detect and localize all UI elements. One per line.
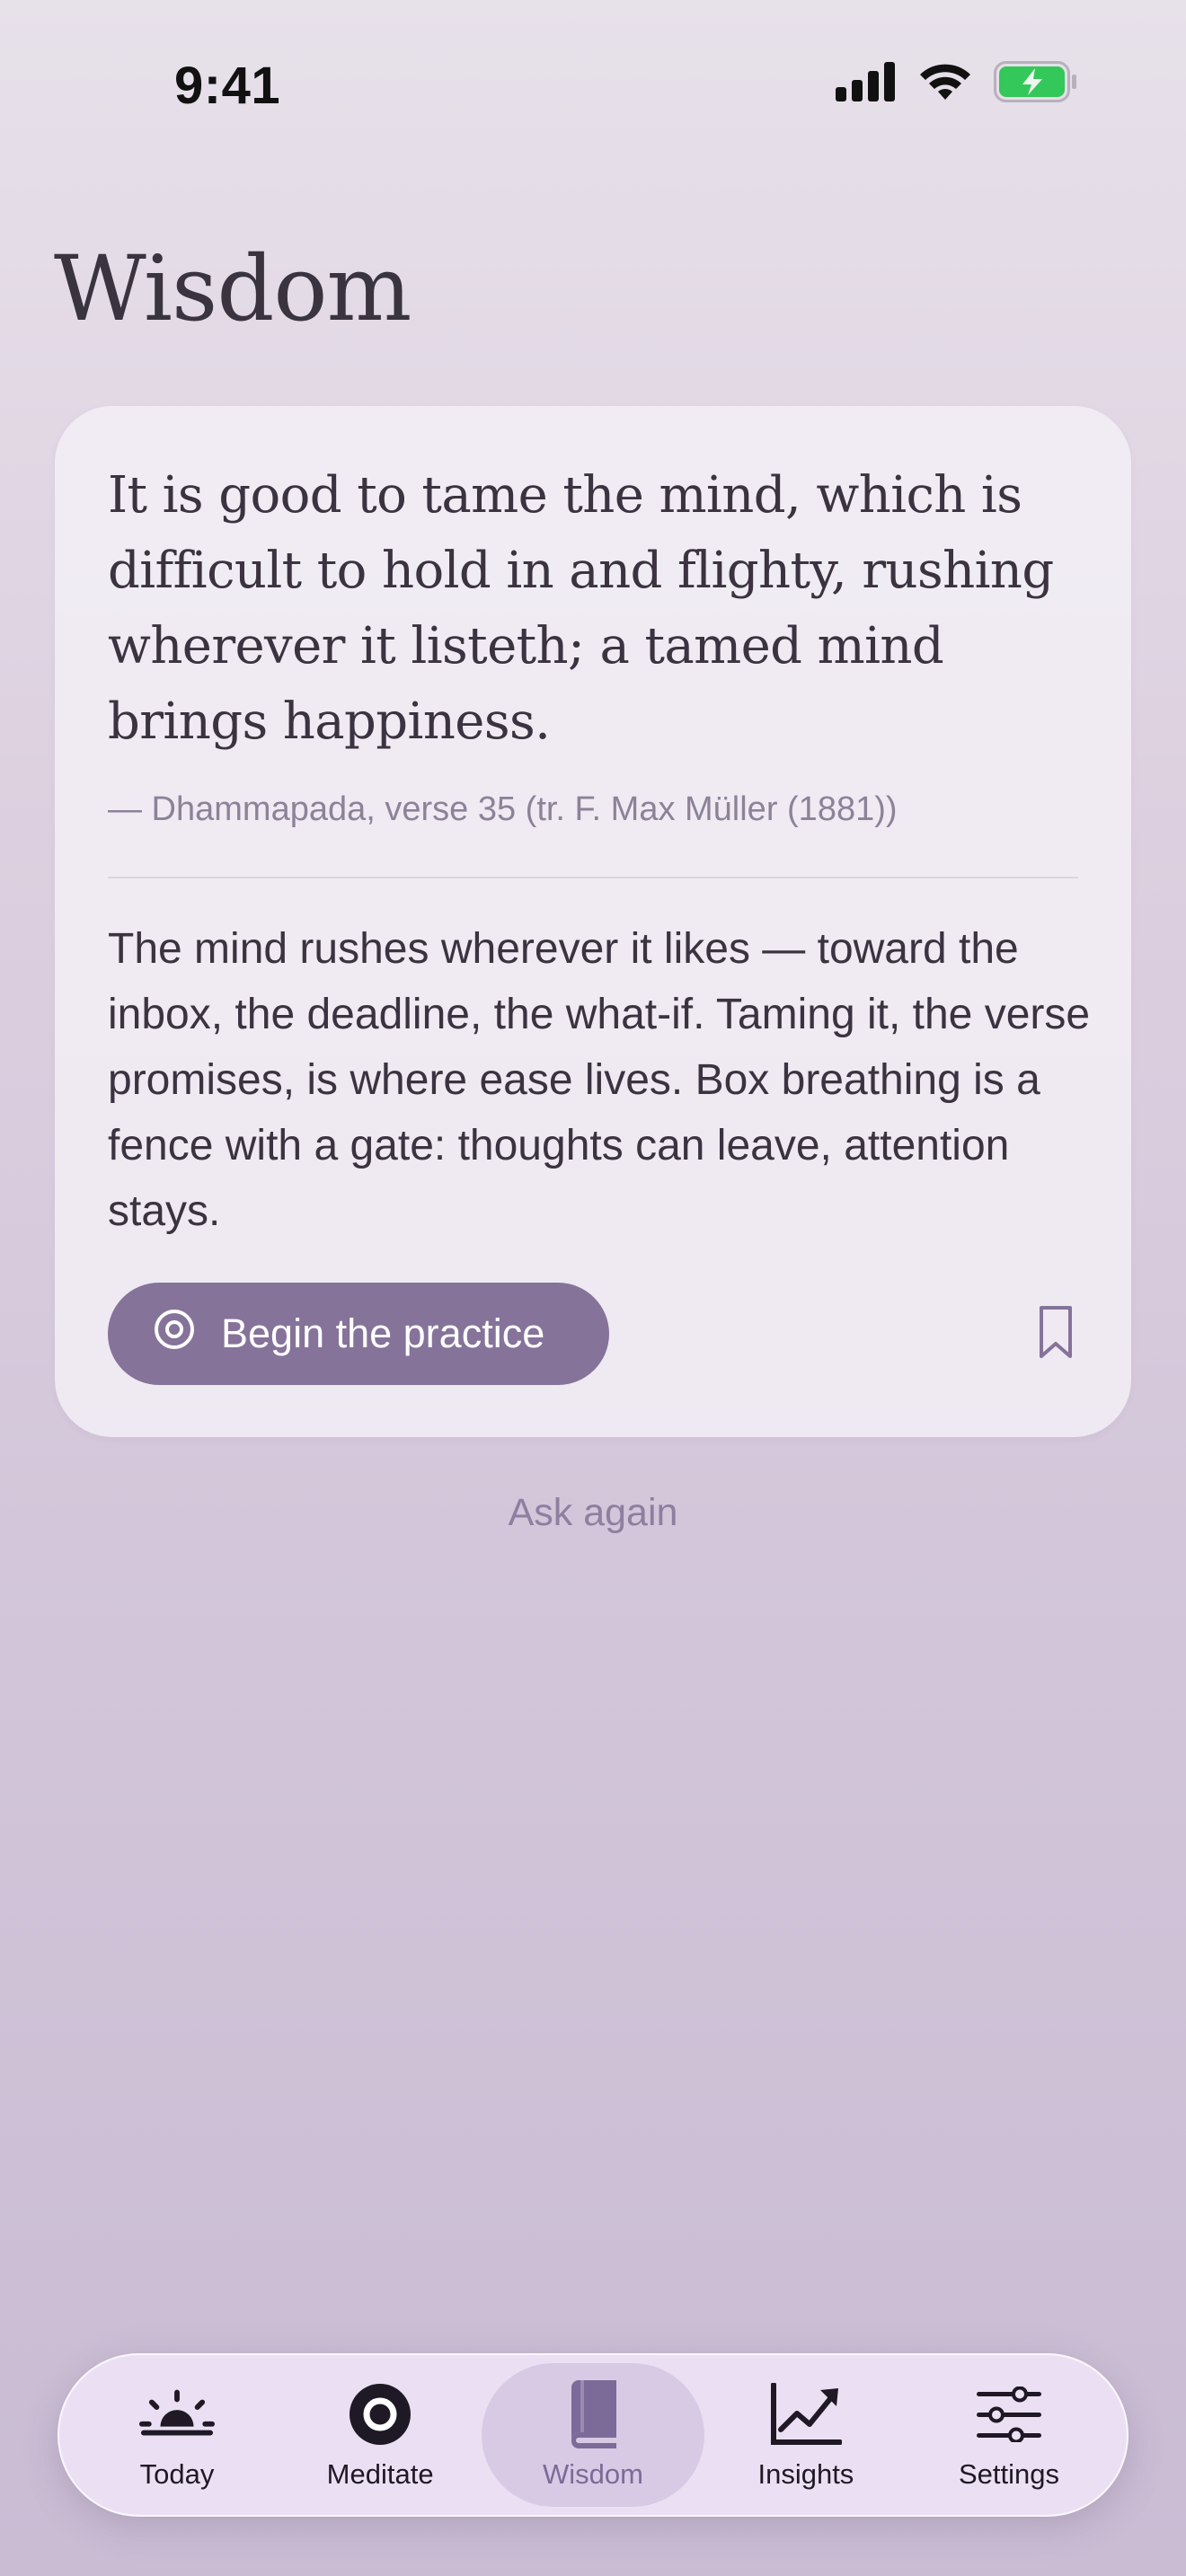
circle-icon: [342, 2379, 418, 2449]
ask-again-link[interactable]: Ask again: [0, 1491, 1186, 1535]
bookmark-icon: [1034, 1306, 1077, 1365]
reflection-text: The mind rushes wherever it likes — towa…: [108, 925, 1091, 1235]
tab-settings[interactable]: Settings: [907, 2363, 1111, 2507]
tab-insights[interactable]: Insights: [704, 2363, 907, 2507]
target-icon: [153, 1308, 196, 1361]
status-bar: 9:41: [0, 0, 1186, 171]
quote-attribution: — Dhammapada, verse 35 (tr. F. Max Mülle…: [108, 790, 898, 828]
page-title: Wisdom: [54, 236, 412, 341]
tab-meditate-label: Meditate: [326, 2458, 434, 2490]
bookmark-button[interactable]: [1034, 1304, 1077, 1362]
status-time: 9:41: [174, 57, 281, 115]
battery-charging-icon: [994, 61, 1078, 107]
wifi-icon: [918, 62, 972, 106]
begin-practice-label: Begin the practice: [221, 1310, 545, 1356]
tab-settings-label: Settings: [958, 2458, 1059, 2490]
cellular-signal-icon: [836, 62, 897, 106]
begin-practice-button[interactable]: Begin the practice: [108, 1283, 609, 1385]
sliders-icon: [971, 2379, 1047, 2449]
divider: [108, 877, 1078, 878]
tab-today-label: Today: [139, 2458, 215, 2490]
status-icons: [836, 61, 1078, 107]
tab-wisdom-label: Wisdom: [543, 2458, 643, 2490]
sunrise-icon: [139, 2379, 216, 2449]
wisdom-card: It is good to tame the mind, which is di…: [55, 406, 1131, 1437]
tab-meditate[interactable]: Meditate: [279, 2363, 482, 2507]
tab-wisdom[interactable]: Wisdom: [482, 2363, 704, 2507]
tab-insights-label: Insights: [757, 2458, 854, 2490]
chart-icon: [768, 2379, 844, 2449]
book-icon: [555, 2379, 631, 2449]
tab-today[interactable]: Today: [75, 2363, 279, 2507]
tab-bar: Today Meditate Wisdom Insights Settings: [58, 2353, 1128, 2517]
quote-text: It is good to tame the mind, which is di…: [108, 466, 1054, 751]
